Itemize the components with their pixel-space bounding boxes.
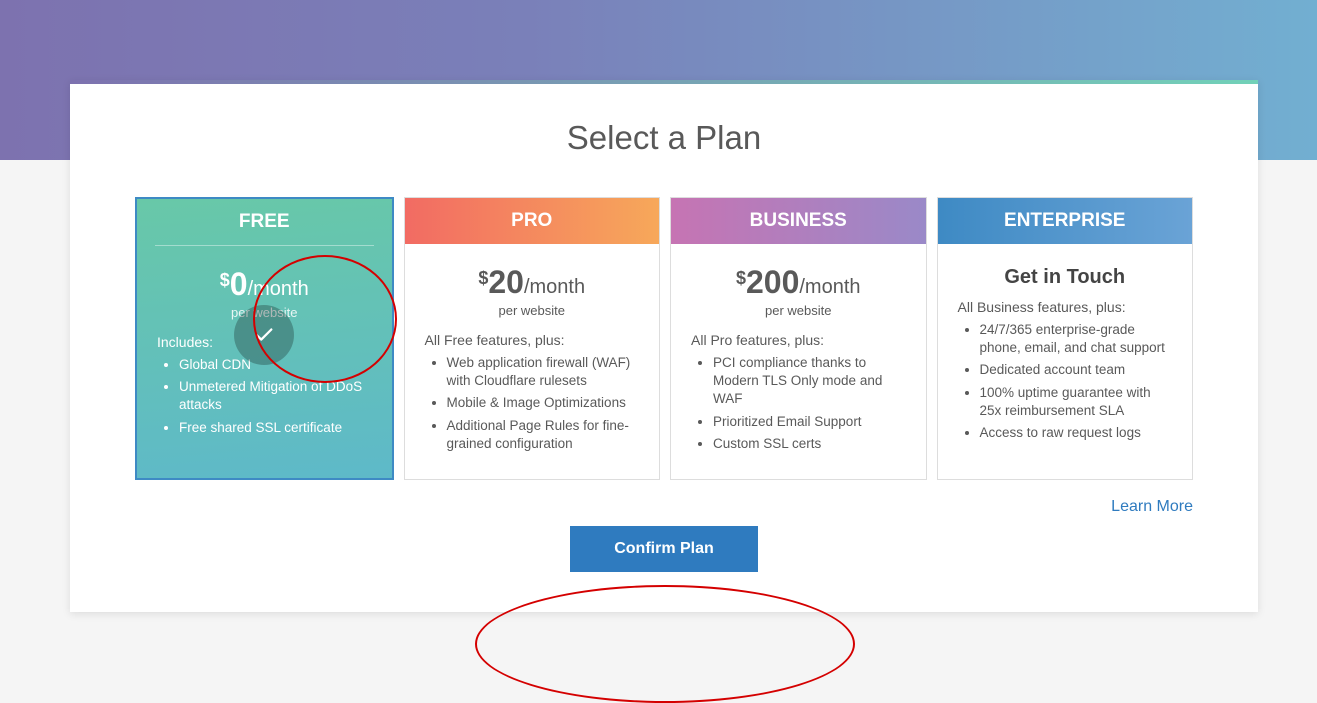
plan-header-enterprise: ENTERPRISE — [938, 198, 1193, 244]
learn-more-row: Learn More — [70, 480, 1258, 516]
plan-header-business: BUSINESS — [671, 198, 926, 244]
plan-features-free: Global CDN Unmetered Mitigation of DDoS … — [157, 356, 372, 437]
list-item: 100% uptime guarantee with 25x reimburse… — [980, 384, 1173, 420]
list-item: Custom SSL certs — [713, 435, 906, 453]
plan-card-business[interactable]: BUSINESS $200/month per website All Pro … — [670, 197, 927, 480]
list-item: Unmetered Mitigation of DDoS attacks — [179, 378, 372, 414]
plan-price-pro: $20/month — [425, 264, 640, 301]
plan-contact-enterprise: Get in Touch — [958, 266, 1173, 289]
plan-lead-pro: All Free features, plus: — [425, 332, 640, 348]
plan-header-free: FREE — [155, 199, 374, 246]
list-item: PCI compliance thanks to Modern TLS Only… — [713, 354, 906, 409]
plan-lead-enterprise: All Business features, plus: — [958, 299, 1173, 315]
list-item: Free shared SSL certificate — [179, 419, 372, 437]
card-accent-bar — [70, 80, 1258, 84]
list-item: Web application firewall (WAF) with Clou… — [447, 354, 640, 390]
plan-sub-business: per website — [691, 303, 906, 318]
plan-price-free: $0/month — [157, 266, 372, 303]
plan-selection-card: Select a Plan FREE $0/month per website … — [70, 80, 1258, 612]
list-item: Prioritized Email Support — [713, 413, 906, 431]
learn-more-link[interactable]: Learn More — [1111, 498, 1193, 515]
plan-card-free[interactable]: FREE $0/month per website Includes: Glob… — [135, 197, 394, 480]
checkmark-icon — [234, 305, 294, 365]
list-item: Access to raw request logs — [980, 424, 1173, 442]
plan-sub-pro: per website — [425, 303, 640, 318]
plan-lead-business: All Pro features, plus: — [691, 332, 906, 348]
page-title: Select a Plan — [70, 119, 1258, 157]
plan-features-enterprise: 24/7/365 enterprise-grade phone, email, … — [958, 321, 1173, 442]
list-item: Dedicated account team — [980, 361, 1173, 379]
list-item: Additional Page Rules for fine-grained c… — [447, 417, 640, 453]
plan-header-pro: PRO — [405, 198, 660, 244]
plan-card-pro[interactable]: PRO $20/month per website All Free featu… — [404, 197, 661, 480]
plans-row: FREE $0/month per website Includes: Glob… — [70, 197, 1258, 480]
confirm-plan-button[interactable]: Confirm Plan — [570, 526, 758, 572]
plan-price-business: $200/month — [691, 264, 906, 301]
plan-features-pro: Web application firewall (WAF) with Clou… — [425, 354, 640, 453]
plan-features-business: PCI compliance thanks to Modern TLS Only… — [691, 354, 906, 453]
list-item: Mobile & Image Optimizations — [447, 394, 640, 412]
plan-card-enterprise[interactable]: ENTERPRISE Get in Touch All Business fea… — [937, 197, 1194, 480]
list-item: 24/7/365 enterprise-grade phone, email, … — [980, 321, 1173, 357]
